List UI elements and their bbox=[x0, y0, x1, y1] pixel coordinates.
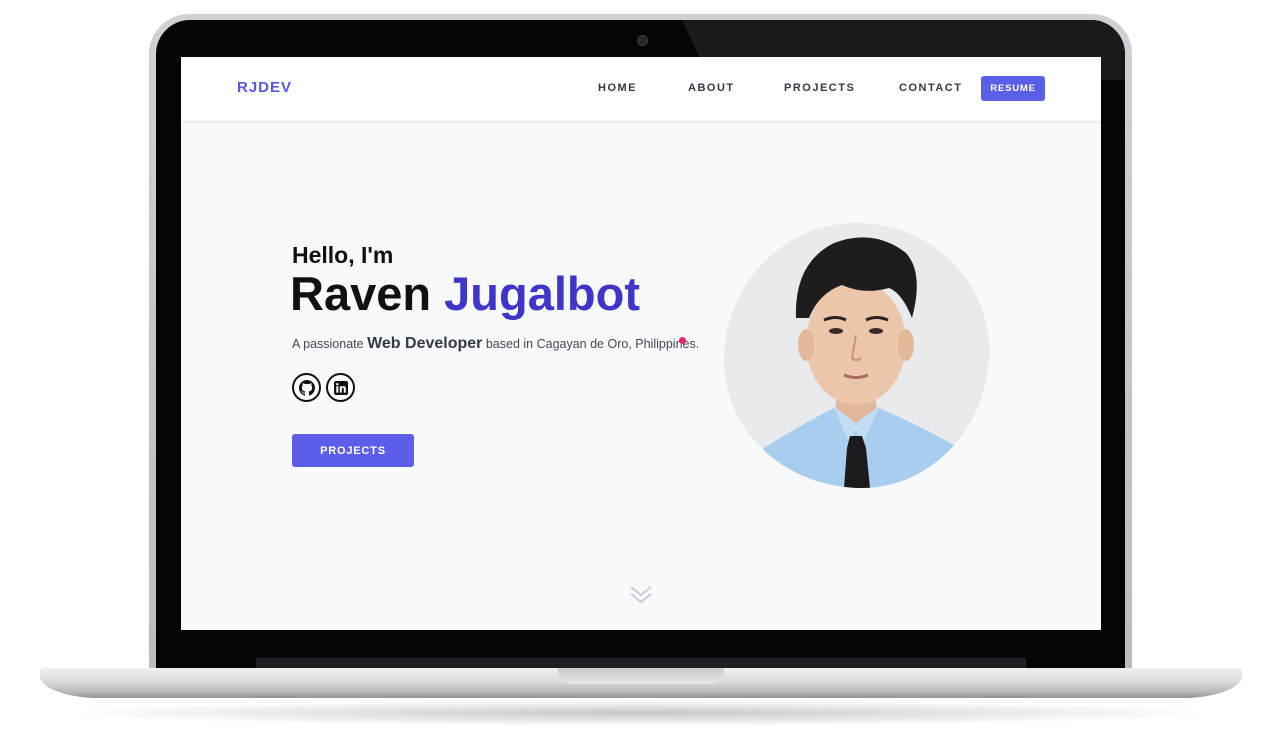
tagline-role: Web Developer bbox=[367, 335, 483, 352]
last-name: Jugalbot bbox=[444, 267, 640, 320]
website-screen: RJDEV HOME ABOUT PROJECTS CONTACT RESUME… bbox=[181, 57, 1101, 630]
hero-tagline: A passionate Web Developer based in Caga… bbox=[292, 335, 699, 353]
first-name: Raven bbox=[290, 267, 432, 320]
tagline-prefix: A passionate bbox=[292, 337, 364, 351]
github-icon[interactable] bbox=[292, 373, 321, 402]
accent-dot bbox=[679, 337, 686, 344]
resume-button[interactable]: RESUME bbox=[981, 76, 1045, 101]
nav-link-contact[interactable]: CONTACT bbox=[899, 82, 962, 94]
profile-photo bbox=[724, 223, 989, 488]
double-chevron-down-icon[interactable] bbox=[629, 584, 653, 611]
bezel-bottom bbox=[256, 658, 1026, 668]
nav-link-projects[interactable]: PROJECTS bbox=[784, 82, 855, 94]
nav-link-home[interactable]: HOME bbox=[598, 82, 637, 94]
laptop-shadow bbox=[60, 700, 1220, 726]
laptop-notch bbox=[558, 668, 724, 684]
hero-name: Raven Jugalbot bbox=[290, 266, 640, 321]
hero-greeting: Hello, I'm bbox=[292, 242, 394, 268]
tagline-suffix: based in Cagayan de Oro, Philippines. bbox=[485, 337, 700, 351]
nav-link-about[interactable]: ABOUT bbox=[688, 82, 735, 94]
camera-icon bbox=[637, 35, 648, 46]
navbar: RJDEV HOME ABOUT PROJECTS CONTACT RESUME bbox=[181, 57, 1101, 121]
site-logo[interactable]: RJDEV bbox=[237, 79, 292, 96]
projects-button[interactable]: PROJECTS bbox=[292, 434, 414, 467]
linkedin-icon[interactable] bbox=[326, 373, 355, 402]
